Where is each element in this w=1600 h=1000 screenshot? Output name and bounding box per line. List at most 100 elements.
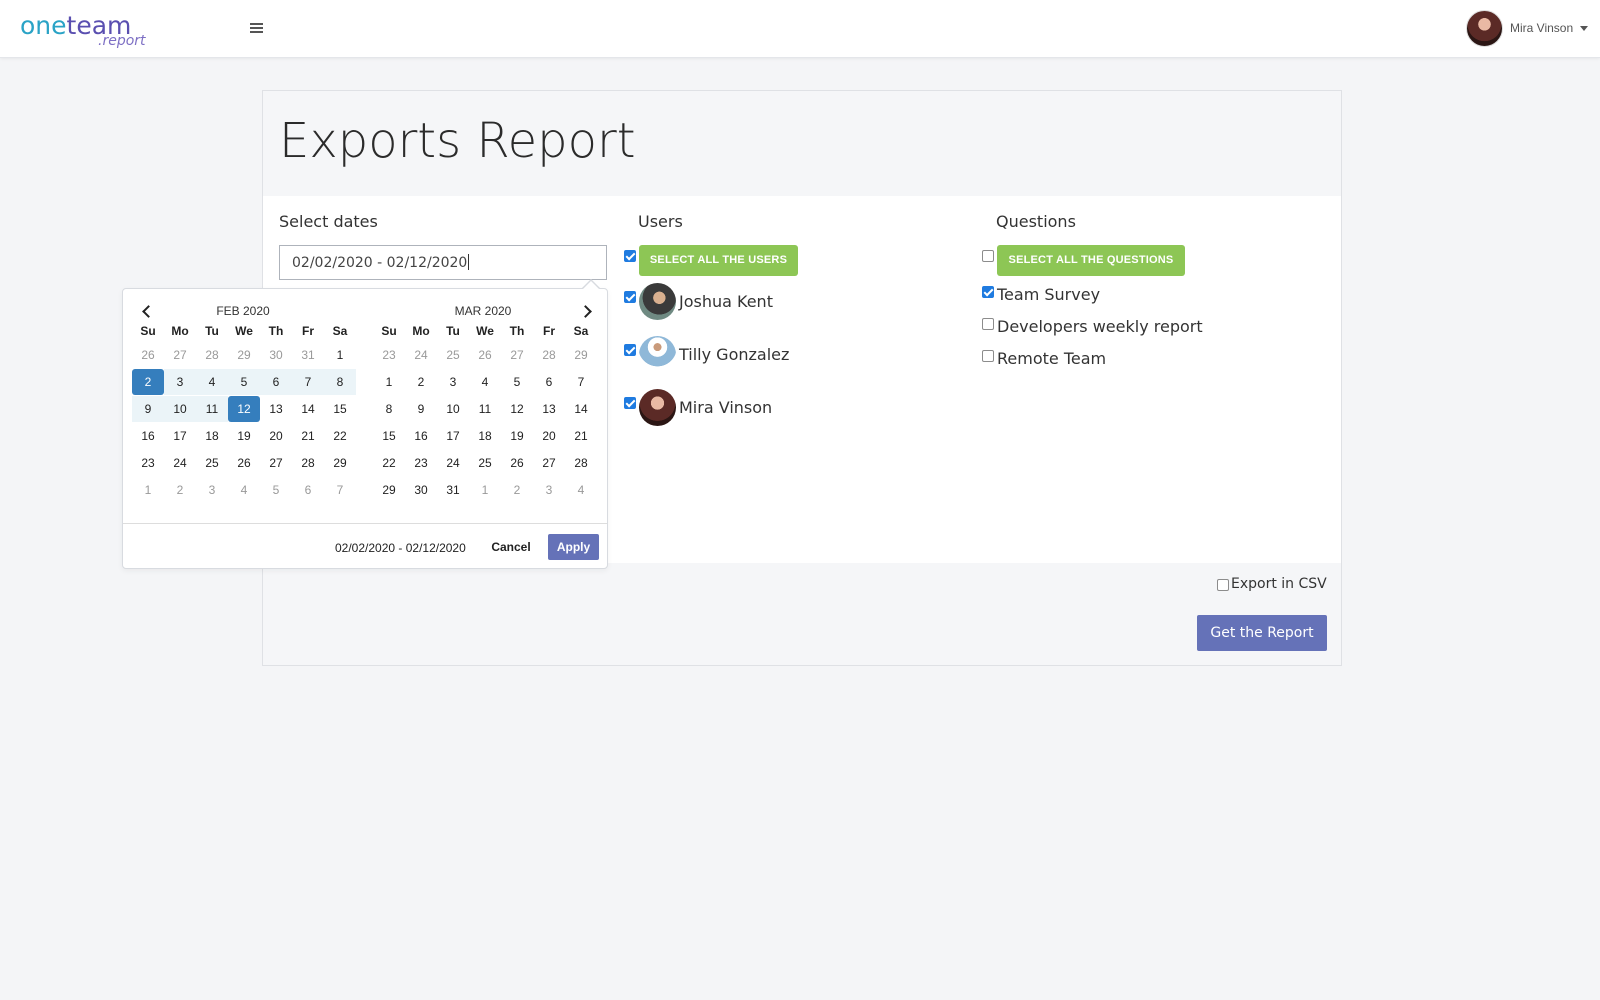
calendar-day[interactable]: 19 <box>501 423 533 449</box>
logo[interactable]: oneteam .report <box>20 12 160 49</box>
calendar-day[interactable]: 3 <box>164 369 196 395</box>
calendar-day[interactable]: 25 <box>469 450 501 476</box>
calendar-day[interactable]: 5 <box>260 477 292 503</box>
calendar-day[interactable]: 18 <box>469 423 501 449</box>
calendar-day[interactable]: 17 <box>164 423 196 449</box>
chevron-right-icon[interactable] <box>580 304 594 318</box>
calendar-day[interactable]: 8 <box>373 396 405 422</box>
user-checkbox-mira-vinson[interactable] <box>624 397 636 409</box>
calendar-day[interactable]: 29 <box>565 342 597 368</box>
calendar-day[interactable]: 28 <box>565 450 597 476</box>
calendar-day[interactable]: 4 <box>565 477 597 503</box>
calendar-day[interactable]: 28 <box>533 342 565 368</box>
calendar-day[interactable]: 1 <box>324 342 356 368</box>
calendar-day[interactable]: 10 <box>437 396 469 422</box>
question-checkbox-team-survey[interactable] <box>982 286 994 298</box>
question-checkbox-developers-weekly-report[interactable] <box>982 318 994 330</box>
calendar-day[interactable]: 17 <box>437 423 469 449</box>
calendar-day[interactable]: 28 <box>292 450 324 476</box>
calendar-day[interactable]: 24 <box>437 450 469 476</box>
export-csv-checkbox[interactable] <box>1217 579 1229 591</box>
calendar-day[interactable]: 1 <box>373 369 405 395</box>
calendar-day[interactable]: 10 <box>164 396 196 422</box>
calendar-day[interactable]: 26 <box>228 450 260 476</box>
calendar-day[interactable]: 27 <box>260 450 292 476</box>
select-all-users-button[interactable]: SELECT ALL THE USERS <box>639 245 798 276</box>
calendar-day[interactable]: 12 <box>501 396 533 422</box>
calendar-day[interactable]: 1 <box>132 477 164 503</box>
calendar-day[interactable]: 19 <box>228 423 260 449</box>
get-report-button[interactable]: Get the Report <box>1197 615 1327 651</box>
calendar-day[interactable]: 31 <box>292 342 324 368</box>
hamburger-icon[interactable] <box>250 21 264 35</box>
date-range-input[interactable]: 02/02/2020 - 02/12/2020 <box>279 245 607 280</box>
calendar-day[interactable]: 20 <box>260 423 292 449</box>
calendar-day[interactable]: 1 <box>469 477 501 503</box>
select-all-questions-checkbox[interactable] <box>982 250 994 262</box>
calendar-day[interactable]: 6 <box>292 477 324 503</box>
calendar-day[interactable]: 25 <box>437 342 469 368</box>
calendar-day[interactable]: 31 <box>437 477 469 503</box>
user-checkbox-tilly-gonzalez[interactable] <box>624 344 636 356</box>
question-checkbox-remote-team[interactable] <box>982 350 994 362</box>
calendar-day[interactable]: 15 <box>324 396 356 422</box>
calendar-day[interactable]: 29 <box>373 477 405 503</box>
calendar-day[interactable]: 26 <box>469 342 501 368</box>
calendar-day[interactable]: 7 <box>565 369 597 395</box>
calendar-day[interactable]: 22 <box>324 423 356 449</box>
calendar-day[interactable]: 8 <box>324 369 356 395</box>
calendar-day[interactable]: 13 <box>533 396 565 422</box>
calendar-day[interactable]: 23 <box>132 450 164 476</box>
calendar-day[interactable]: 18 <box>196 423 228 449</box>
calendar-day[interactable]: 16 <box>405 423 437 449</box>
calendar-day[interactable]: 25 <box>196 450 228 476</box>
calendar-day[interactable]: 2 <box>405 369 437 395</box>
user-menu[interactable]: Mira Vinson <box>1466 10 1596 48</box>
user-checkbox-joshua-kent[interactable] <box>624 291 636 303</box>
select-all-users-checkbox[interactable] <box>624 250 636 262</box>
calendar-day[interactable]: 22 <box>373 450 405 476</box>
calendar-day[interactable]: 15 <box>373 423 405 449</box>
calendar-day[interactable]: 13 <box>260 396 292 422</box>
calendar-day[interactable]: 11 <box>469 396 501 422</box>
calendar-day[interactable]: 29 <box>228 342 260 368</box>
calendar-day[interactable]: 3 <box>196 477 228 503</box>
select-all-questions-button[interactable]: SELECT ALL THE QUESTIONS <box>997 245 1185 276</box>
calendar-day[interactable]: 27 <box>501 342 533 368</box>
calendar-day[interactable]: 12 <box>228 396 260 422</box>
calendar-day[interactable]: 11 <box>196 396 228 422</box>
calendar-day[interactable]: 6 <box>260 369 292 395</box>
calendar-day[interactable]: 5 <box>228 369 260 395</box>
calendar-day[interactable]: 23 <box>373 342 405 368</box>
calendar-day[interactable]: 28 <box>196 342 228 368</box>
calendar-day[interactable]: 4 <box>228 477 260 503</box>
calendar-day[interactable]: 27 <box>164 342 196 368</box>
calendar-day[interactable]: 30 <box>260 342 292 368</box>
calendar-day[interactable]: 14 <box>292 396 324 422</box>
calendar-day[interactable]: 2 <box>164 477 196 503</box>
calendar-day[interactable]: 27 <box>533 450 565 476</box>
calendar-day[interactable]: 24 <box>164 450 196 476</box>
calendar-day[interactable]: 29 <box>324 450 356 476</box>
calendar-day[interactable]: 9 <box>132 396 164 422</box>
calendar-day[interactable]: 30 <box>405 477 437 503</box>
calendar-day[interactable]: 20 <box>533 423 565 449</box>
calendar-day[interactable]: 3 <box>533 477 565 503</box>
calendar-day[interactable]: 7 <box>292 369 324 395</box>
cancel-button[interactable]: Cancel <box>485 534 537 560</box>
calendar-day[interactable]: 2 <box>132 369 164 395</box>
calendar-day[interactable]: 9 <box>405 396 437 422</box>
calendar-day[interactable]: 26 <box>132 342 164 368</box>
calendar-day[interactable]: 26 <box>501 450 533 476</box>
calendar-day[interactable]: 6 <box>533 369 565 395</box>
calendar-day[interactable]: 21 <box>292 423 324 449</box>
chevron-left-icon[interactable] <box>139 304 153 318</box>
calendar-day[interactable]: 5 <box>501 369 533 395</box>
calendar-day[interactable]: 16 <box>132 423 164 449</box>
calendar-day[interactable]: 2 <box>501 477 533 503</box>
calendar-day[interactable]: 4 <box>469 369 501 395</box>
apply-button[interactable]: Apply <box>548 534 599 560</box>
calendar-day[interactable]: 24 <box>405 342 437 368</box>
calendar-day[interactable]: 3 <box>437 369 469 395</box>
calendar-day[interactable]: 7 <box>324 477 356 503</box>
